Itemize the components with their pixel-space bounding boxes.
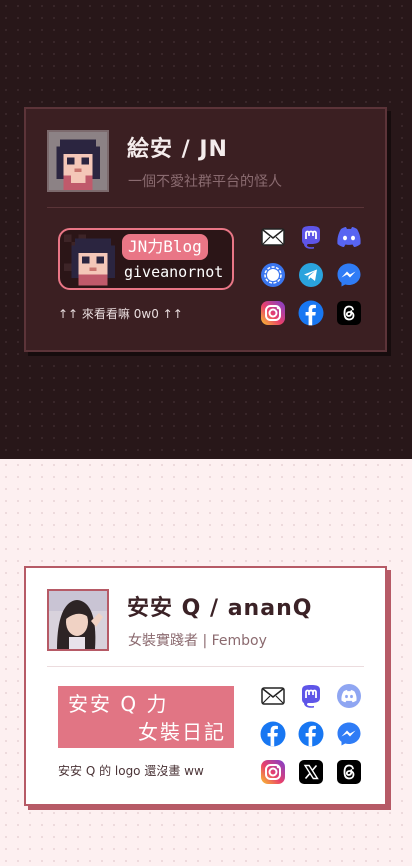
mail-icon[interactable]: [260, 683, 286, 709]
messenger-icon[interactable]: [336, 721, 362, 747]
instagram-icon[interactable]: [260, 300, 286, 326]
logo-hint: 安安 Q 的 logo 還沒畫 ww: [58, 764, 204, 778]
messenger-icon[interactable]: [336, 262, 362, 288]
facebook-icon[interactable]: [260, 721, 286, 747]
blog-hint: ↑↑ 來看看嘛 0w0 ↑↑: [58, 307, 183, 321]
mastodon-icon[interactable]: [298, 683, 324, 709]
profile-photo: [47, 589, 109, 651]
threads-icon[interactable]: [336, 300, 362, 326]
dark-section: 絵安 / JN 一個不愛社群平台的怪人 JN力Blog giveanornot …: [0, 0, 412, 459]
profile-card-jn: 絵安 / JN 一個不愛社群平台的怪人 JN力Blog giveanornot …: [24, 107, 387, 352]
pixel-avatar: [47, 130, 109, 192]
mastodon-icon[interactable]: [298, 224, 324, 250]
mail-icon[interactable]: [260, 224, 286, 250]
social-icon-grid: [260, 683, 362, 785]
profile-tagline: 一個不愛社群平台的怪人: [128, 174, 282, 190]
logo-line-2: 女裝日記: [138, 720, 226, 744]
discord-icon[interactable]: [336, 683, 362, 709]
social-icon-grid: [260, 224, 362, 326]
profile-name: 安安 Q / ananQ: [127, 596, 313, 621]
blog-logo-placeholder[interactable]: 安安 Q 力 女裝日記: [58, 686, 234, 748]
signal-icon[interactable]: [260, 262, 286, 288]
divider: [47, 207, 364, 208]
facebook-icon[interactable]: [298, 300, 324, 326]
blog-title: JN力Blog: [122, 234, 208, 260]
blog-badge-link[interactable]: JN力Blog giveanornot: [58, 228, 234, 290]
blog-url: giveanornot: [124, 263, 224, 281]
blog-avatar: [64, 234, 122, 286]
threads-icon[interactable]: [336, 759, 362, 785]
divider: [47, 666, 364, 667]
telegram-icon[interactable]: [298, 262, 324, 288]
profile-tagline: 女裝實踐者 | Femboy: [128, 633, 267, 649]
light-section: 安安 Q / ananQ 女裝實踐者 | Femboy 安安 Q 力 女裝日記 …: [0, 459, 412, 866]
discord-icon[interactable]: [336, 224, 362, 250]
instagram-icon[interactable]: [260, 759, 286, 785]
profile-card-ananq: 安安 Q / ananQ 女裝實踐者 | Femboy 安安 Q 力 女裝日記 …: [24, 566, 387, 806]
facebook-icon[interactable]: [298, 721, 324, 747]
profile-name: 絵安 / JN: [127, 137, 228, 162]
logo-line-1: 安安 Q 力: [68, 692, 169, 716]
x-icon[interactable]: [298, 759, 324, 785]
